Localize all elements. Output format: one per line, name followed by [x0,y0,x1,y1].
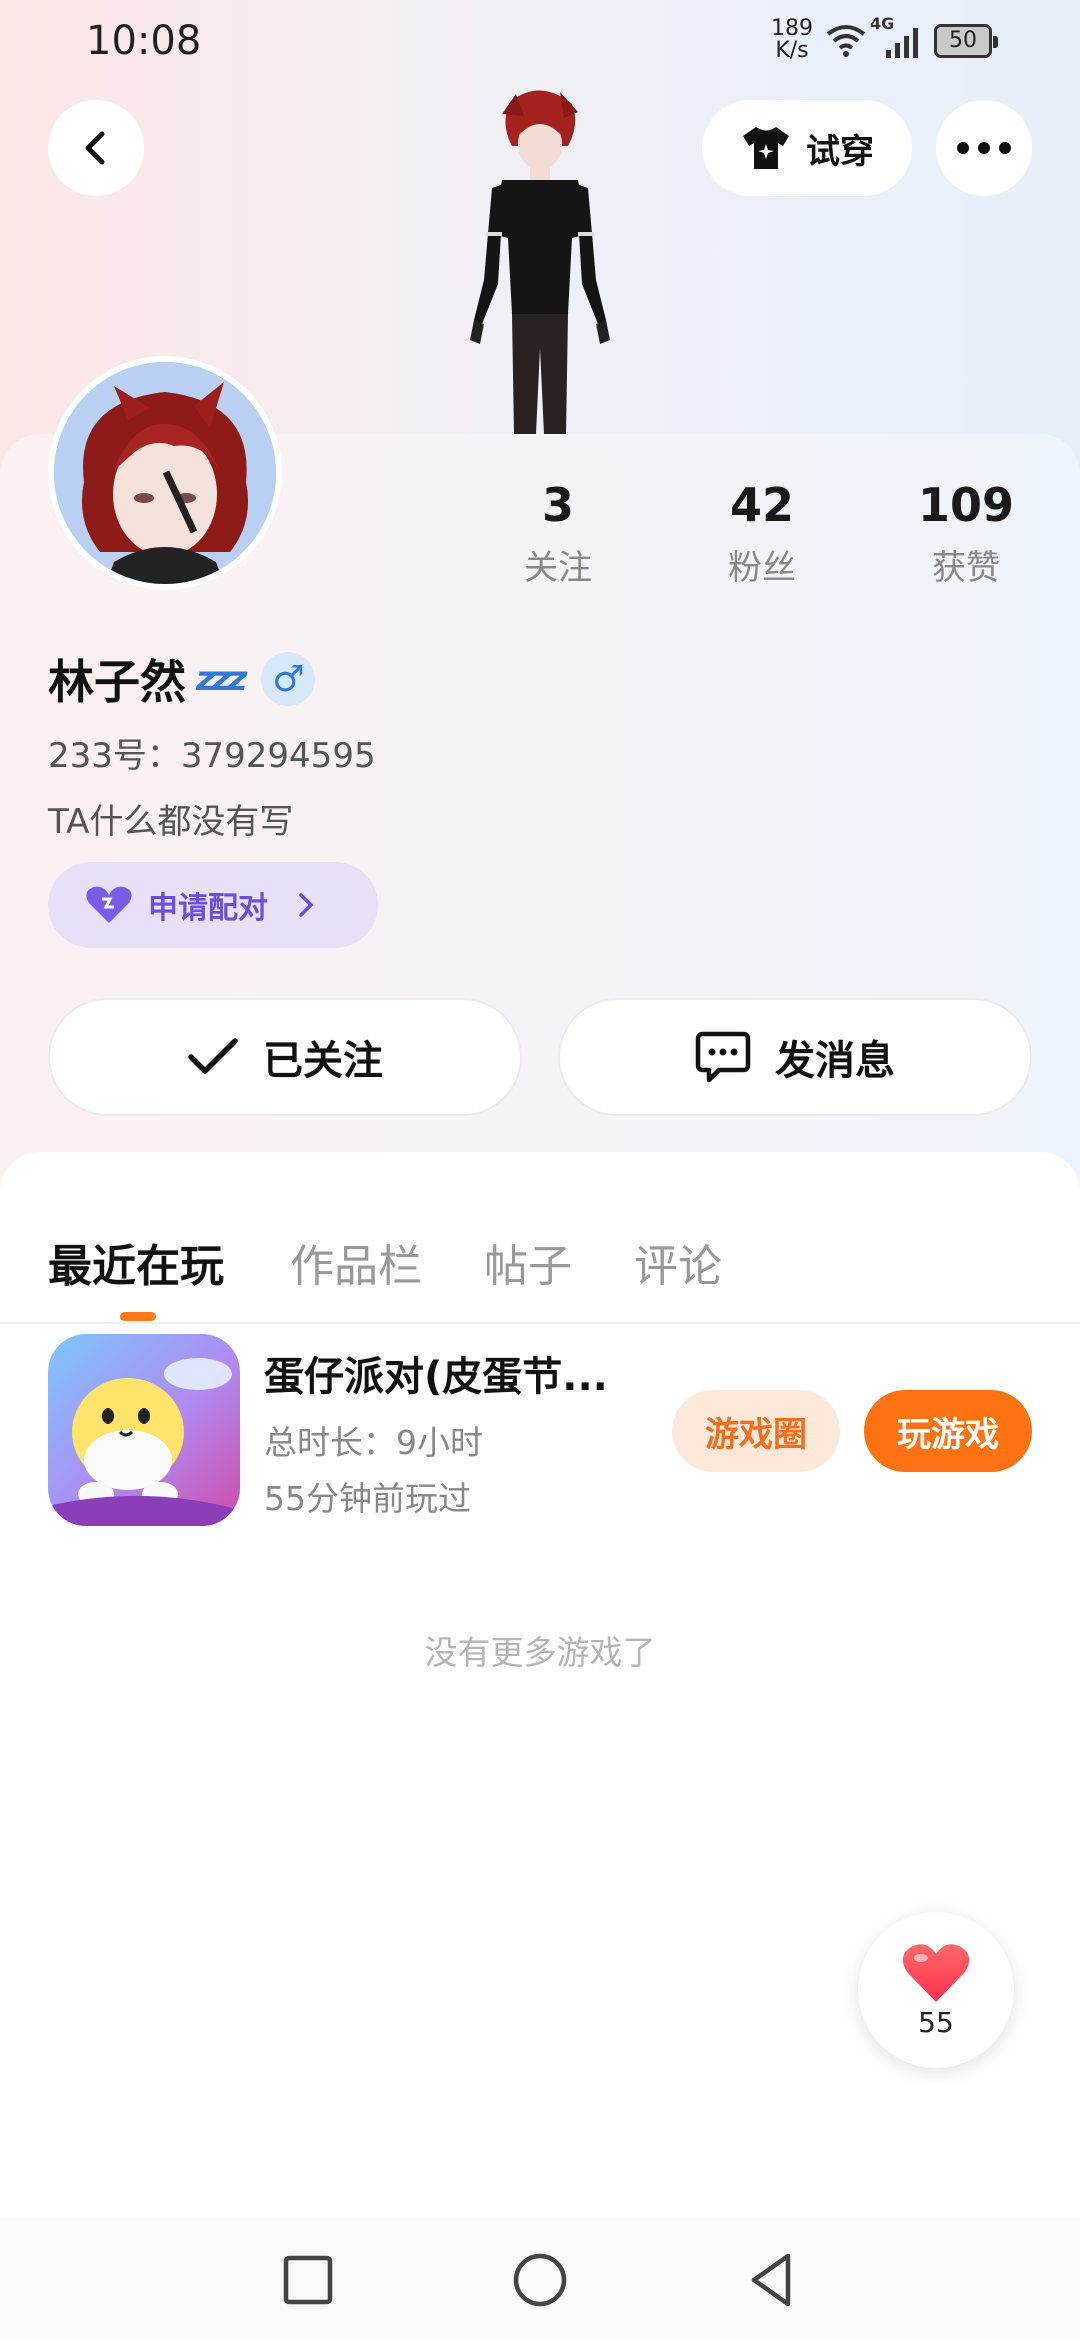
bio-text: TA什么都没有写 [48,802,294,842]
status-time: 10:08 [86,18,202,64]
avatar-image [54,362,276,584]
game-list-item[interactable]: 蛋仔派对(皮蛋节... 总时长：9小时 55分钟前玩过 游戏圈 玩游戏 [0,1334,1080,1528]
sleeping-status-icon: zzz [196,659,247,699]
tab-divider [0,1322,1080,1324]
stat-likes[interactable]: 109 获赞 [886,478,1046,589]
heart-icon [86,886,132,923]
game-circle-button[interactable]: 游戏圈 [672,1390,840,1472]
followed-label: 已关注 [263,1038,383,1084]
like-button[interactable]: 55 [858,1912,1014,2068]
username: 林子然 [48,655,186,709]
username-row: 林子然 zzz ♂ [48,646,316,712]
battery-icon: 50 [934,24,998,58]
stat-likes-count: 109 [917,478,1015,532]
tab-posts[interactable]: 帖子 [484,1230,572,1294]
male-gender-icon: ♂ [261,652,316,706]
avatar-figure[interactable] [440,84,640,434]
send-message-label: 发消息 [775,1038,895,1084]
more-options-button[interactable] [936,100,1032,196]
stat-following-count: 3 [541,478,574,532]
play-game-button[interactable]: 玩游戏 [864,1390,1032,1472]
wifi-icon [826,25,866,57]
apply-pairing-button[interactable]: 申请配对 [48,862,378,948]
back-nav-icon[interactable] [740,2248,804,2312]
signal-icon [886,28,918,58]
apply-pairing-label: 申请配对 [148,891,268,926]
active-tab-indicator [120,1312,156,1321]
heart-icon [902,1943,970,2002]
like-count: 55 [918,2005,954,2039]
shirt-icon [743,127,789,169]
game-last-played: 55分钟前玩过 [264,1479,471,1518]
tab-works[interactable]: 作品栏 [290,1230,422,1294]
chat-bubble-icon [695,1031,751,1083]
checkmark-icon [188,1038,238,1074]
game-title[interactable]: 蛋仔派对(皮蛋节... [264,1344,624,1402]
tab-recent-play[interactable]: 最近在玩 [48,1230,224,1294]
content-sheet: 最近在玩 作品栏 帖子 评论 蛋仔派对(皮蛋节... 总时长：9小时 55分钟前… [0,1152,1080,2340]
user-id[interactable]: 233号：379294595 [48,728,376,777]
try-on-label: 试穿 [806,131,874,172]
try-on-button[interactable]: 试穿 [702,100,912,196]
stat-fans-count: 42 [729,478,794,532]
stat-fans[interactable]: 42 粉丝 [682,478,842,589]
no-more-games-text: 没有更多游戏了 [424,1633,656,1672]
network-speed: 189 K/s [771,16,813,63]
recent-apps-icon[interactable] [276,2248,340,2312]
stat-following-label: 关注 [524,548,592,588]
stat-following[interactable]: 3 关注 [478,478,638,589]
game-icon-image [48,1334,240,1526]
stat-likes-label: 获赞 [932,548,1000,588]
tab-comments[interactable]: 评论 [634,1230,722,1294]
chevron-right-icon [299,893,314,917]
system-navigation-bar [0,2218,1080,2340]
status-bar: 10:08 189 K/s 4G 50 [0,0,1080,84]
game-icon[interactable] [48,1334,240,1526]
followed-button[interactable]: 已关注 [48,998,522,1116]
chevron-left-icon [85,131,105,165]
game-total-time: 总时长：9小时 [264,1423,483,1462]
home-icon[interactable] [508,2248,572,2312]
back-button[interactable] [48,100,144,196]
send-message-button[interactable]: 发消息 [558,998,1032,1116]
avatar[interactable] [48,356,282,590]
more-dots-icon [957,142,1011,154]
tab-bar: 最近在玩 作品栏 帖子 评论 [0,1188,1080,1324]
stat-fans-label: 粉丝 [728,548,796,588]
